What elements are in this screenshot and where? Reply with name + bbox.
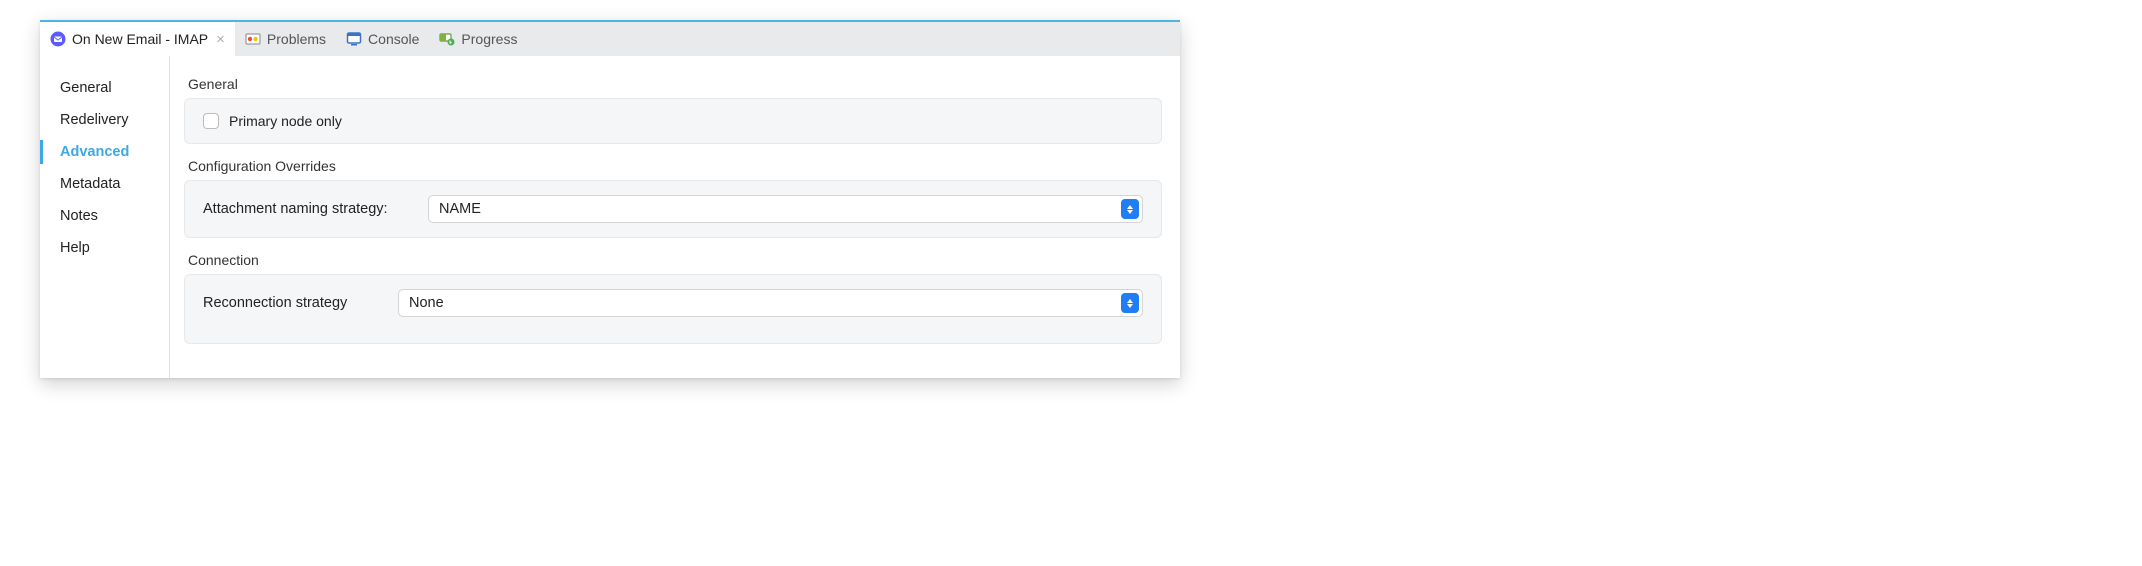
attachment-naming-row: Attachment naming strategy: NAME (203, 195, 1143, 223)
tab-problems[interactable]: Problems (235, 22, 336, 56)
panel-connection: Reconnection strategy None (184, 274, 1162, 344)
sidebar-item-metadata[interactable]: Metadata (54, 168, 159, 200)
tab-label: Progress (461, 31, 517, 47)
attachment-naming-select[interactable]: NAME (428, 195, 1143, 223)
progress-icon (439, 31, 455, 47)
panel-general: Primary node only (184, 98, 1162, 144)
primary-node-only-label: Primary node only (229, 113, 342, 129)
tab-bar: On New Email - IMAP × Problems (40, 20, 1180, 56)
sidebar-item-label: Metadata (60, 176, 120, 192)
main-panel: General Primary node only Configuration … (170, 56, 1180, 378)
sidebar-item-label: Advanced (60, 144, 129, 160)
section-title-config-overrides: Configuration Overrides (188, 158, 1162, 174)
tab-label: On New Email - IMAP (72, 31, 208, 47)
reconnection-strategy-label: Reconnection strategy (203, 295, 378, 311)
reconnection-strategy-row: Reconnection strategy None (203, 289, 1143, 317)
tab-progress[interactable]: Progress (429, 22, 527, 56)
sidebar-item-general[interactable]: General (54, 72, 159, 104)
select-value: None (409, 295, 444, 311)
tab-on-new-email-imap[interactable]: On New Email - IMAP × (40, 22, 235, 56)
sidebar-item-label: Notes (60, 208, 98, 224)
chevron-updown-icon (1121, 199, 1139, 219)
sidebar-item-label: Help (60, 240, 90, 256)
sidebar-item-advanced[interactable]: Advanced (54, 136, 159, 168)
console-icon (346, 31, 362, 47)
tab-label: Console (368, 31, 419, 47)
section-title-general: General (188, 76, 1162, 92)
sidebar-item-help[interactable]: Help (54, 232, 159, 264)
sidebar-item-redelivery[interactable]: Redelivery (54, 104, 159, 136)
sidebar-item-notes[interactable]: Notes (54, 200, 159, 232)
reconnection-strategy-select[interactable]: None (398, 289, 1143, 317)
chevron-updown-icon (1121, 293, 1139, 313)
section-title-connection: Connection (188, 252, 1162, 268)
editor-window: On New Email - IMAP × Problems (40, 20, 1180, 378)
sidebar: General Redelivery Advanced Metadata Not… (40, 56, 170, 378)
tab-label: Problems (267, 31, 326, 47)
attachment-naming-label: Attachment naming strategy: (203, 201, 408, 217)
primary-node-only-row: Primary node only (203, 113, 1143, 129)
select-value: NAME (439, 201, 481, 217)
primary-node-only-checkbox[interactable] (203, 113, 219, 129)
panel-config-overrides: Attachment naming strategy: NAME (184, 180, 1162, 238)
close-icon[interactable]: × (214, 32, 225, 47)
content-area: General Redelivery Advanced Metadata Not… (40, 56, 1180, 378)
sidebar-item-label: Redelivery (60, 112, 129, 128)
problems-icon (245, 31, 261, 47)
mail-icon (50, 31, 66, 47)
tab-console[interactable]: Console (336, 22, 429, 56)
sidebar-item-label: General (60, 80, 112, 96)
